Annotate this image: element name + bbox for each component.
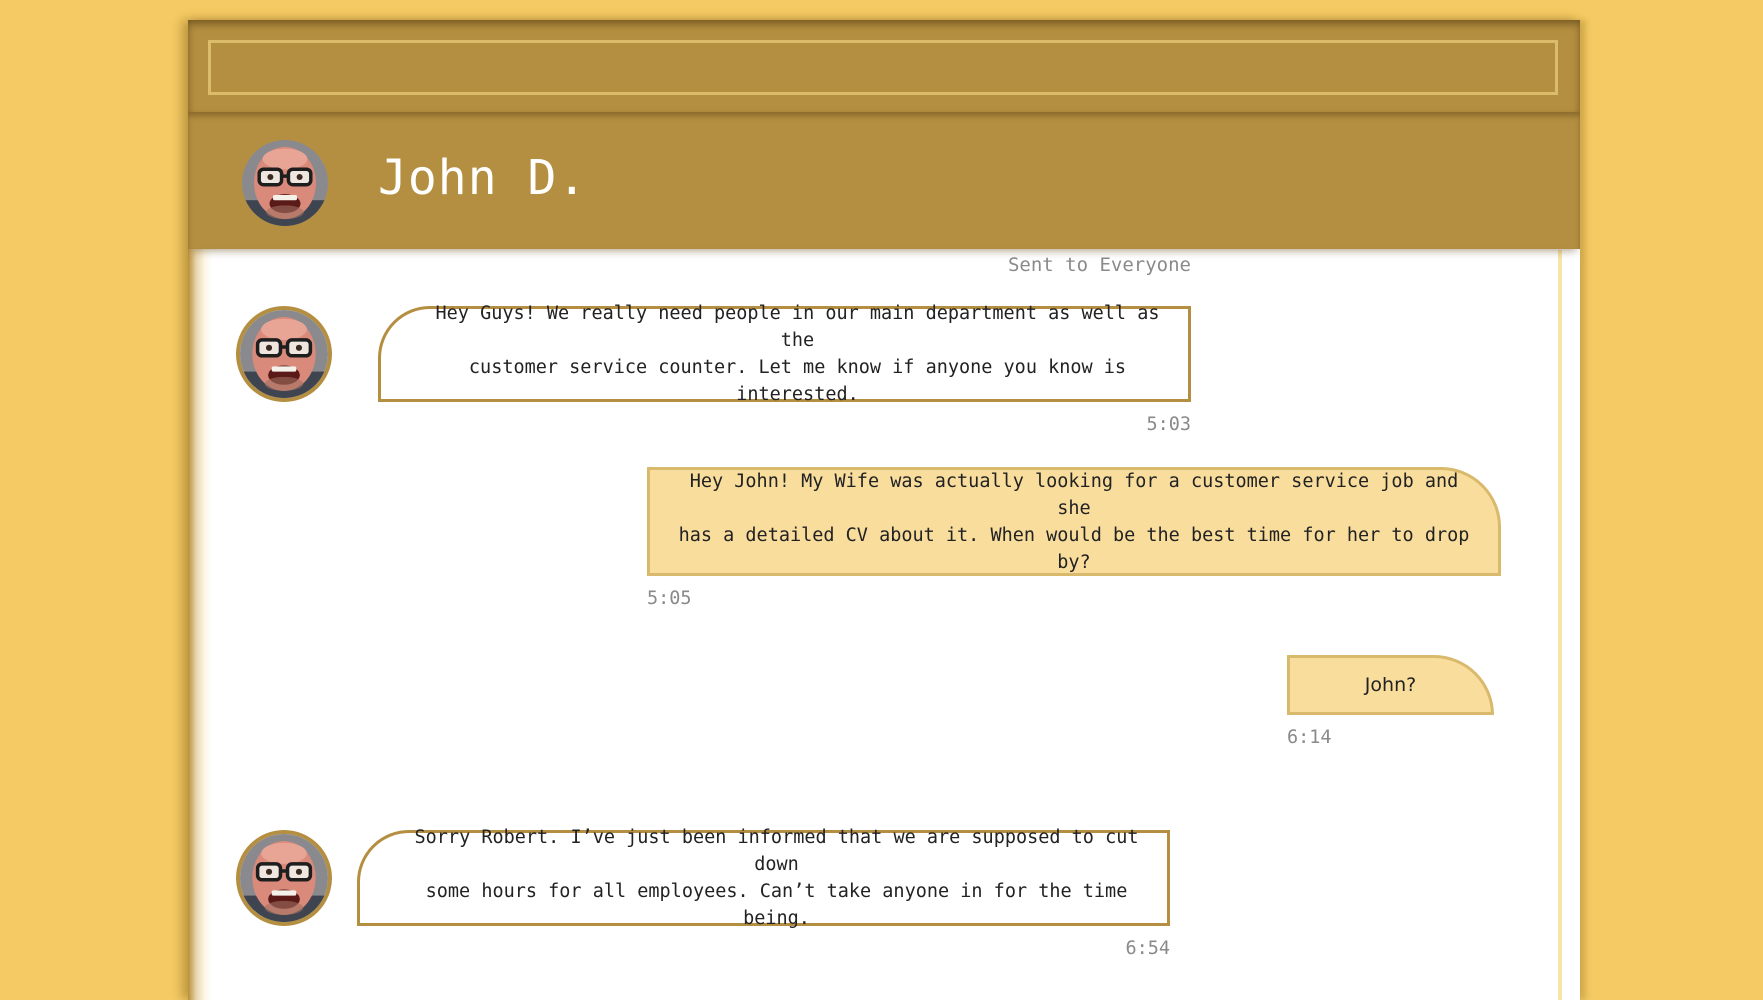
sender-avatar[interactable]: [236, 830, 332, 926]
message-bubble-outgoing[interactable]: Hey John! My Wife was actually looking f…: [647, 467, 1501, 576]
top-bar: [188, 20, 1580, 112]
sender-photo-icon: [240, 310, 328, 398]
message-timestamp: 5:03: [1146, 414, 1191, 435]
audience-label: Sent to Everyone: [1007, 254, 1191, 276]
sender-avatar[interactable]: [236, 306, 332, 402]
message-bubble-incoming[interactable]: Hey Guys! We really need people in our m…: [378, 303, 1191, 405]
contact-photo-icon: [242, 140, 328, 226]
conversation-header: John D.: [188, 112, 1580, 249]
contact-avatar[interactable]: [242, 140, 328, 226]
message-bubble-incoming[interactable]: Sorry Robert. I’ve just been informed th…: [357, 827, 1170, 929]
address-bar[interactable]: [208, 40, 1558, 95]
message-timestamp: 6:54: [1125, 938, 1170, 959]
contact-name: John D.: [378, 150, 588, 206]
message-bubble-outgoing[interactable]: John?: [1287, 655, 1494, 715]
sender-photo-icon: [240, 834, 328, 922]
message-timestamp: 5:05: [647, 588, 692, 609]
message-timestamp: 6:14: [1287, 727, 1332, 748]
